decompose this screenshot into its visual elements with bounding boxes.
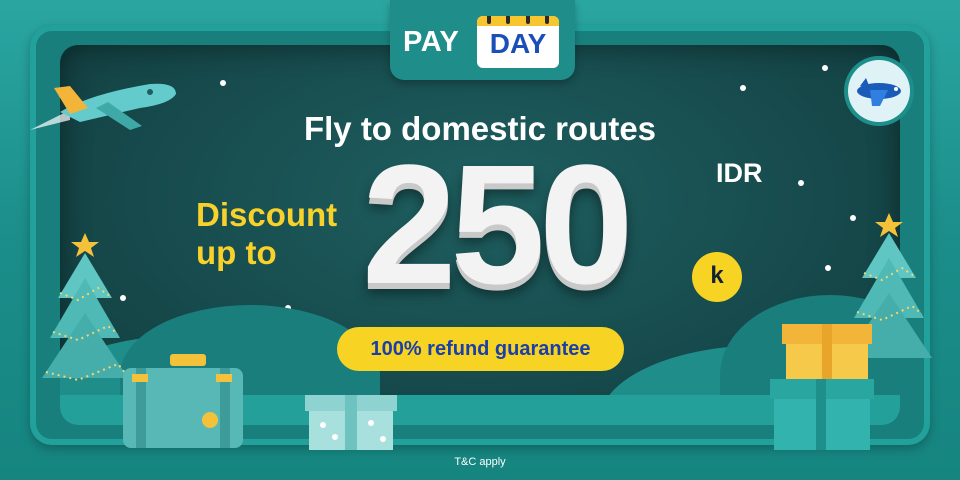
snow-dot	[825, 265, 831, 271]
discount-line-2: up to	[196, 234, 277, 271]
gift-box-icon	[770, 324, 874, 450]
snow-dot	[822, 65, 828, 71]
payday-pay-text: PAY	[403, 26, 460, 58]
terms-text: T&C apply	[454, 456, 506, 468]
thousand-suffix-badge: k	[692, 252, 742, 302]
discount-line-1: Discount	[196, 196, 338, 233]
suitcase-icon	[123, 354, 243, 448]
discount-label: Discount up to	[196, 196, 337, 272]
snow-dot	[740, 85, 746, 91]
discount-amount: 250	[362, 130, 634, 320]
currency-label: IDR	[716, 158, 763, 188]
snow-dot	[798, 180, 804, 186]
payday-day-text: DAY	[489, 28, 547, 59]
refund-guarantee-pill: 100% refund guarantee	[337, 327, 624, 371]
calendar-icon: DAY	[477, 16, 559, 68]
payday-logo: PAY DAY	[403, 12, 561, 68]
gift-box-icon	[305, 395, 397, 450]
snow-dot	[220, 80, 226, 86]
